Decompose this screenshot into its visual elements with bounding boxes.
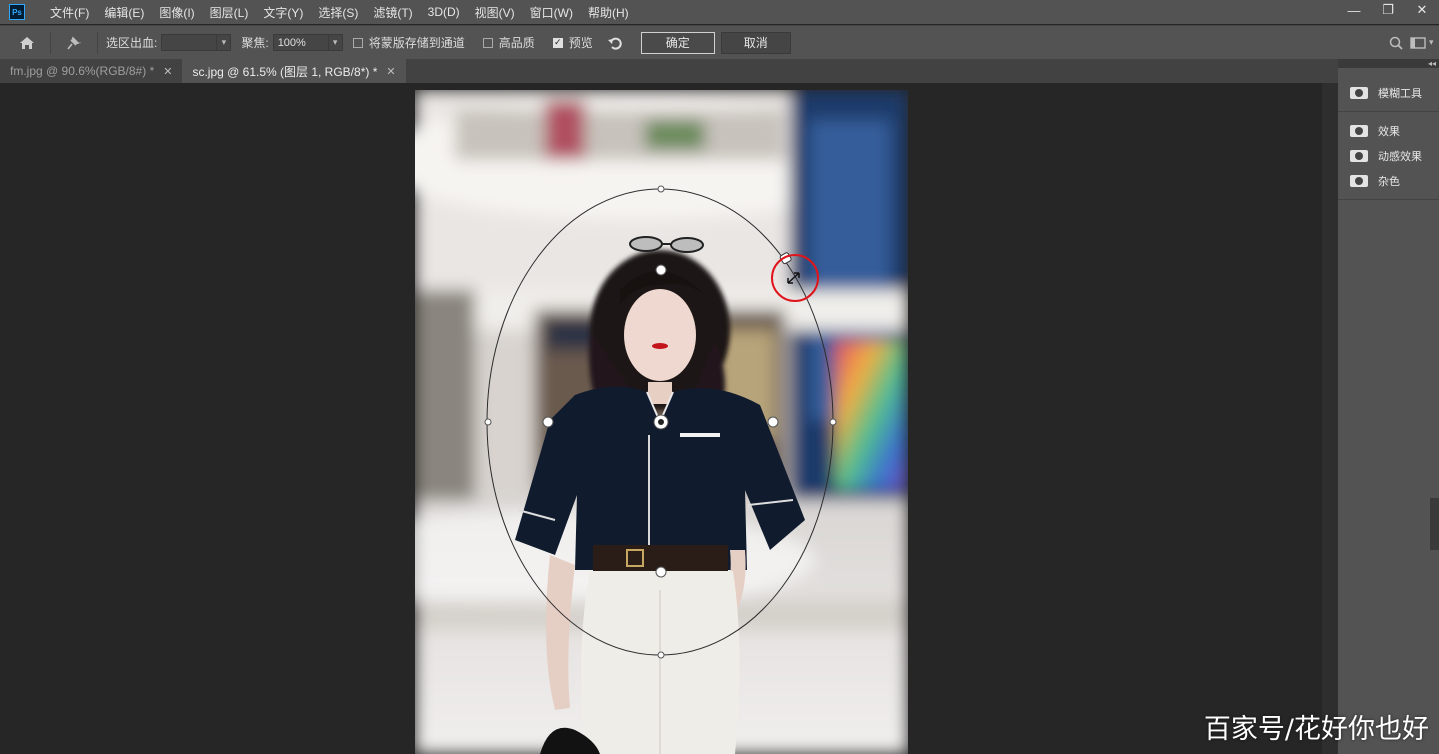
reset-icon[interactable] bbox=[605, 31, 625, 55]
high-quality-option[interactable]: 高品质 bbox=[482, 34, 535, 51]
divider bbox=[50, 31, 51, 54]
menu-layer[interactable]: 图层(L) bbox=[203, 4, 257, 21]
home-icon[interactable] bbox=[12, 31, 42, 55]
panel-item-label: 杂色 bbox=[1378, 175, 1400, 188]
divider bbox=[1338, 199, 1439, 200]
menu-select[interactable]: 选择(S) bbox=[311, 4, 366, 21]
side-panel-handle[interactable] bbox=[1429, 498, 1439, 550]
chevron-down-icon[interactable]: ▾ bbox=[328, 34, 343, 51]
photoshop-logo-icon: Ps bbox=[9, 4, 25, 20]
search-icon[interactable] bbox=[1385, 31, 1407, 55]
panel-item-label: 模糊工具 bbox=[1378, 87, 1422, 100]
document-tabs: fm.jpg @ 90.6%(RGB/8#) * ✕ sc.jpg @ 61.5… bbox=[0, 59, 1338, 83]
save-mask-label: 将蒙版存储到通道 bbox=[368, 36, 465, 50]
collapse-panel-icon[interactable]: ◂◂ bbox=[1338, 59, 1439, 68]
high-quality-label: 高品质 bbox=[498, 36, 535, 50]
menu-filter[interactable]: 滤镜(T) bbox=[366, 4, 420, 21]
focus-label: 聚焦: bbox=[241, 36, 269, 50]
menu-type[interactable]: 文字(Y) bbox=[256, 4, 311, 21]
menu-window[interactable]: 窗口(W) bbox=[523, 4, 581, 21]
close-icon[interactable]: ✕ bbox=[386, 65, 395, 78]
tab-label: sc.jpg @ 61.5% (图层 1, RGB/8*) * bbox=[192, 64, 378, 79]
photo-image bbox=[415, 90, 908, 754]
feather-input[interactable] bbox=[161, 34, 218, 51]
window-controls: — ❐ ✕ bbox=[1337, 0, 1439, 24]
document-canvas[interactable] bbox=[415, 90, 908, 754]
divider bbox=[1338, 111, 1439, 112]
panel-item-motion-effects[interactable]: 动感效果 bbox=[1338, 143, 1439, 168]
tab-sc-jpg[interactable]: sc.jpg @ 61.5% (图层 1, RGB/8*) * ✕ bbox=[182, 59, 406, 83]
filter-panel: ◂◂ 模糊工具 效果 动感效果 杂色 bbox=[1338, 59, 1439, 754]
effects-icon bbox=[1350, 124, 1368, 137]
preview-option[interactable]: ✓ 预览 bbox=[552, 34, 593, 51]
tab-fm-jpg[interactable]: fm.jpg @ 90.6%(RGB/8#) * ✕ bbox=[0, 59, 183, 83]
save-mask-option[interactable]: 将蒙版存储到通道 bbox=[352, 34, 465, 51]
preview-label: 预览 bbox=[568, 36, 593, 50]
panel-item-label: 动感效果 bbox=[1378, 150, 1422, 163]
close-button[interactable]: ✕ bbox=[1405, 0, 1439, 20]
menu-file[interactable]: 文件(F) bbox=[43, 4, 97, 21]
ok-button[interactable]: 确定 bbox=[640, 31, 715, 54]
blur-tools-icon bbox=[1350, 86, 1368, 99]
menu-help[interactable]: 帮助(H) bbox=[581, 4, 637, 21]
high-quality-checkbox[interactable] bbox=[482, 37, 493, 48]
pin-tool-icon[interactable] bbox=[59, 31, 89, 55]
noise-icon bbox=[1350, 174, 1368, 187]
menu-bar: Ps 文件(F) 编辑(E) 图像(I) 图层(L) 文字(Y) 选择(S) 滤… bbox=[0, 0, 1439, 24]
workspace-icon[interactable] bbox=[1407, 31, 1429, 55]
menu-3d[interactable]: 3D(D) bbox=[421, 5, 468, 19]
feather-label: 选区出血: bbox=[106, 36, 158, 50]
restore-button[interactable]: ❐ bbox=[1371, 0, 1405, 20]
motion-effects-icon bbox=[1350, 149, 1368, 162]
menu-view[interactable]: 视图(V) bbox=[468, 4, 523, 21]
panel-item-blur-tools[interactable]: 模糊工具 bbox=[1338, 80, 1439, 105]
menu-edit[interactable]: 编辑(E) bbox=[97, 4, 152, 21]
panel-item-label: 效果 bbox=[1378, 125, 1400, 138]
chevron-down-icon[interactable]: ▾ bbox=[1429, 37, 1439, 48]
cancel-button[interactable]: 取消 bbox=[720, 31, 791, 54]
vertical-scrollbar[interactable] bbox=[1322, 83, 1338, 754]
panel-item-noise[interactable]: 杂色 bbox=[1338, 168, 1439, 193]
close-icon[interactable]: ✕ bbox=[163, 65, 172, 78]
tab-label: fm.jpg @ 90.6%(RGB/8#) * bbox=[10, 64, 155, 78]
watermark: 百家号/花好你也好 bbox=[1203, 714, 1429, 745]
menu-image[interactable]: 图像(I) bbox=[152, 4, 202, 21]
minimize-button[interactable]: — bbox=[1337, 0, 1371, 20]
focus-input[interactable]: 100% bbox=[272, 34, 329, 51]
options-bar: 选区出血: ▾ 聚焦: 100% ▾ 将蒙版存储到通道 高品质 ✓ 预览 确定 … bbox=[0, 25, 1439, 59]
divider bbox=[97, 31, 98, 54]
chevron-down-icon[interactable]: ▾ bbox=[217, 34, 232, 51]
save-mask-checkbox[interactable] bbox=[352, 37, 363, 48]
preview-checkbox[interactable]: ✓ bbox=[552, 37, 563, 48]
panel-item-effects[interactable]: 效果 bbox=[1338, 118, 1439, 143]
